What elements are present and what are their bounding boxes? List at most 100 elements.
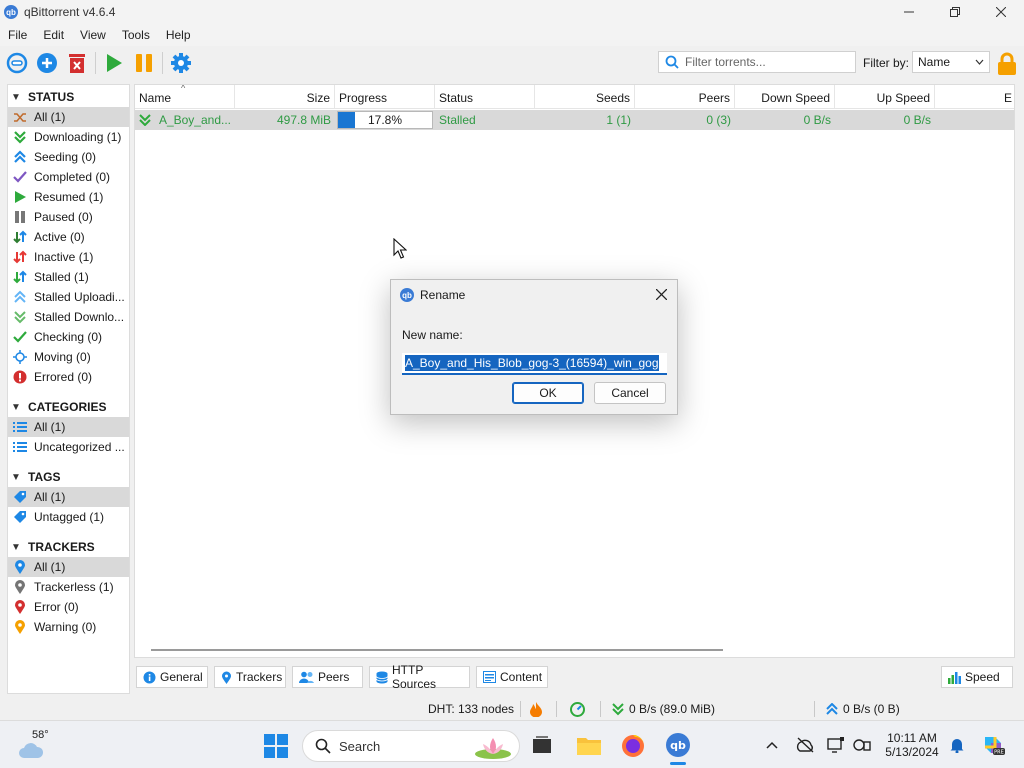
- tracker-item-error[interactable]: Error (0): [8, 597, 129, 617]
- status-section-header[interactable]: ▼ STATUS: [8, 87, 129, 107]
- ok-button[interactable]: OK: [512, 382, 584, 404]
- status-item-stalled-downloading[interactable]: Stalled Downlo...: [8, 307, 129, 327]
- new-name-input[interactable]: A_Boy_and_His_Blob_gog-3_(16594)_win_gog: [402, 353, 667, 375]
- restore-button[interactable]: [932, 0, 978, 24]
- horizontal-scrollbar[interactable]: [151, 649, 723, 651]
- menu-tools[interactable]: Tools: [114, 28, 158, 42]
- cancel-button[interactable]: Cancel: [594, 382, 666, 404]
- taskbar-search[interactable]: Search: [302, 730, 520, 762]
- pause-button[interactable]: [132, 51, 156, 75]
- task-view-button[interactable]: [530, 733, 554, 757]
- status-item-errored[interactable]: Errored (0): [8, 367, 129, 387]
- filter-torrents-input[interactable]: [685, 55, 845, 69]
- delete-torrent-button[interactable]: [65, 51, 89, 75]
- menu-edit[interactable]: Edit: [35, 28, 72, 42]
- tracker-item-warning[interactable]: Warning (0): [8, 617, 129, 637]
- status-item-label: Stalled (1): [34, 270, 89, 284]
- task-view-icon: [533, 736, 551, 753]
- status-item-all[interactable]: All (1): [8, 107, 129, 127]
- clock[interactable]: 10:11 AM 5/13/2024: [880, 729, 944, 761]
- status-item-moving[interactable]: Moving (0): [8, 347, 129, 367]
- notification-bell-icon[interactable]: [948, 735, 966, 755]
- status-item-label: Downloading (1): [34, 130, 122, 144]
- column-header-name[interactable]: ^ Name: [135, 85, 235, 109]
- status-item-completed[interactable]: Completed (0): [8, 167, 129, 187]
- tracker-item-trackerless[interactable]: Trackerless (1): [8, 577, 129, 597]
- taskbar: 58° Search qb 10:11 AM 5/13/2024 PRE: [0, 720, 1024, 768]
- column-header-seeds[interactable]: Seeds: [535, 85, 635, 109]
- start-button[interactable]: [263, 733, 289, 759]
- chevron-up-icon[interactable]: [764, 737, 780, 753]
- category-item-all[interactable]: All (1): [8, 417, 129, 437]
- dialog-close-button[interactable]: [653, 286, 669, 302]
- flame-icon[interactable]: [530, 702, 542, 717]
- column-header-eta[interactable]: E: [935, 85, 1014, 109]
- tags-section-header[interactable]: ▼ TAGS: [8, 467, 129, 487]
- tracker-item-all[interactable]: All (1): [8, 557, 129, 577]
- tab-content[interactable]: Content: [476, 666, 548, 688]
- status-item-seeding[interactable]: Seeding (0): [8, 147, 129, 167]
- menu-file[interactable]: File: [0, 28, 35, 42]
- copilot-icon[interactable]: PRE: [980, 732, 1006, 758]
- status-item-active[interactable]: Active (0): [8, 227, 129, 247]
- tag-item-untagged[interactable]: Untagged (1): [8, 507, 129, 527]
- column-header-label: Up Speed: [876, 91, 930, 105]
- title-bar: qb qBittorrent v4.6.4: [0, 0, 1024, 24]
- display-icon[interactable]: [826, 735, 846, 755]
- column-header-size[interactable]: Size: [235, 85, 335, 109]
- lock-icon[interactable]: [996, 52, 1018, 79]
- minimize-button[interactable]: [886, 0, 932, 24]
- weather-widget[interactable]: 58°: [18, 729, 58, 761]
- status-item-stalled-uploading[interactable]: Stalled Uploadi...: [8, 287, 129, 307]
- status-item-label: All (1): [34, 110, 66, 124]
- filter-by-select[interactable]: Name: [912, 51, 990, 73]
- column-header-status[interactable]: Status: [435, 85, 535, 109]
- tags-header-label: TAGS: [28, 470, 61, 484]
- resume-button[interactable]: [102, 51, 126, 75]
- speed-limit-icon[interactable]: [570, 702, 585, 717]
- category-item-uncategorized[interactable]: Uncategorized ...: [8, 437, 129, 457]
- qbittorrent-taskbar-button[interactable]: qb: [664, 731, 692, 765]
- tab-http-sources[interactable]: HTTP Sources: [369, 663, 470, 691]
- tag-item-all[interactable]: All (1): [8, 487, 129, 507]
- menu-view[interactable]: View: [72, 28, 114, 42]
- column-header-progress[interactable]: Progress: [335, 85, 435, 109]
- gear-icon: [171, 53, 191, 73]
- column-header-peers[interactable]: Peers: [635, 85, 735, 109]
- tab-speed[interactable]: Speed: [941, 666, 1013, 688]
- tab-peers[interactable]: Peers: [292, 666, 363, 688]
- add-link-button[interactable]: [5, 51, 29, 75]
- trackers-section-header[interactable]: ▼ TRACKERS: [8, 537, 129, 557]
- options-button[interactable]: [169, 51, 193, 75]
- column-header-up-speed[interactable]: Up Speed: [835, 85, 935, 109]
- network-off-icon[interactable]: [795, 735, 815, 755]
- progress-text: 17.8%: [367, 113, 403, 127]
- filter-torrents-field[interactable]: [658, 51, 856, 73]
- status-item-label: Errored (0): [34, 370, 93, 384]
- accessibility-icon[interactable]: [852, 735, 872, 755]
- firefox-button[interactable]: [620, 733, 646, 759]
- close-window-button[interactable]: [978, 0, 1024, 24]
- status-item-downloading[interactable]: Downloading (1): [8, 127, 129, 147]
- dialog-title-bar: qb Rename: [391, 280, 677, 310]
- shuffle-icon: [12, 109, 28, 125]
- search-icon: [315, 738, 331, 754]
- table-row[interactable]: A_Boy_and... 497.8 MiB 17.8% Stalled 1 (…: [135, 110, 1014, 130]
- dht-status: DHT: 133 nodes: [428, 702, 515, 716]
- torrent-progress-cell: 17.8%: [335, 110, 435, 130]
- tab-label: Content: [500, 670, 543, 684]
- lotus-icon: [475, 738, 511, 759]
- status-item-resumed[interactable]: Resumed (1): [8, 187, 129, 207]
- categories-section-header[interactable]: ▼ CATEGORIES: [8, 397, 129, 417]
- add-torrent-button[interactable]: [35, 51, 59, 75]
- tab-trackers[interactable]: Trackers: [214, 666, 286, 688]
- menu-help[interactable]: Help: [158, 28, 199, 42]
- status-item-checking[interactable]: Checking (0): [8, 327, 129, 347]
- file-explorer-button[interactable]: [576, 733, 602, 757]
- tab-general[interactable]: General: [136, 666, 208, 688]
- status-item-paused[interactable]: Paused (0): [8, 207, 129, 227]
- status-item-stalled[interactable]: Stalled (1): [8, 267, 129, 287]
- column-header-down-speed[interactable]: Down Speed: [735, 85, 835, 109]
- tracker-item-label: Error (0): [34, 600, 79, 614]
- status-item-inactive[interactable]: Inactive (1): [8, 247, 129, 267]
